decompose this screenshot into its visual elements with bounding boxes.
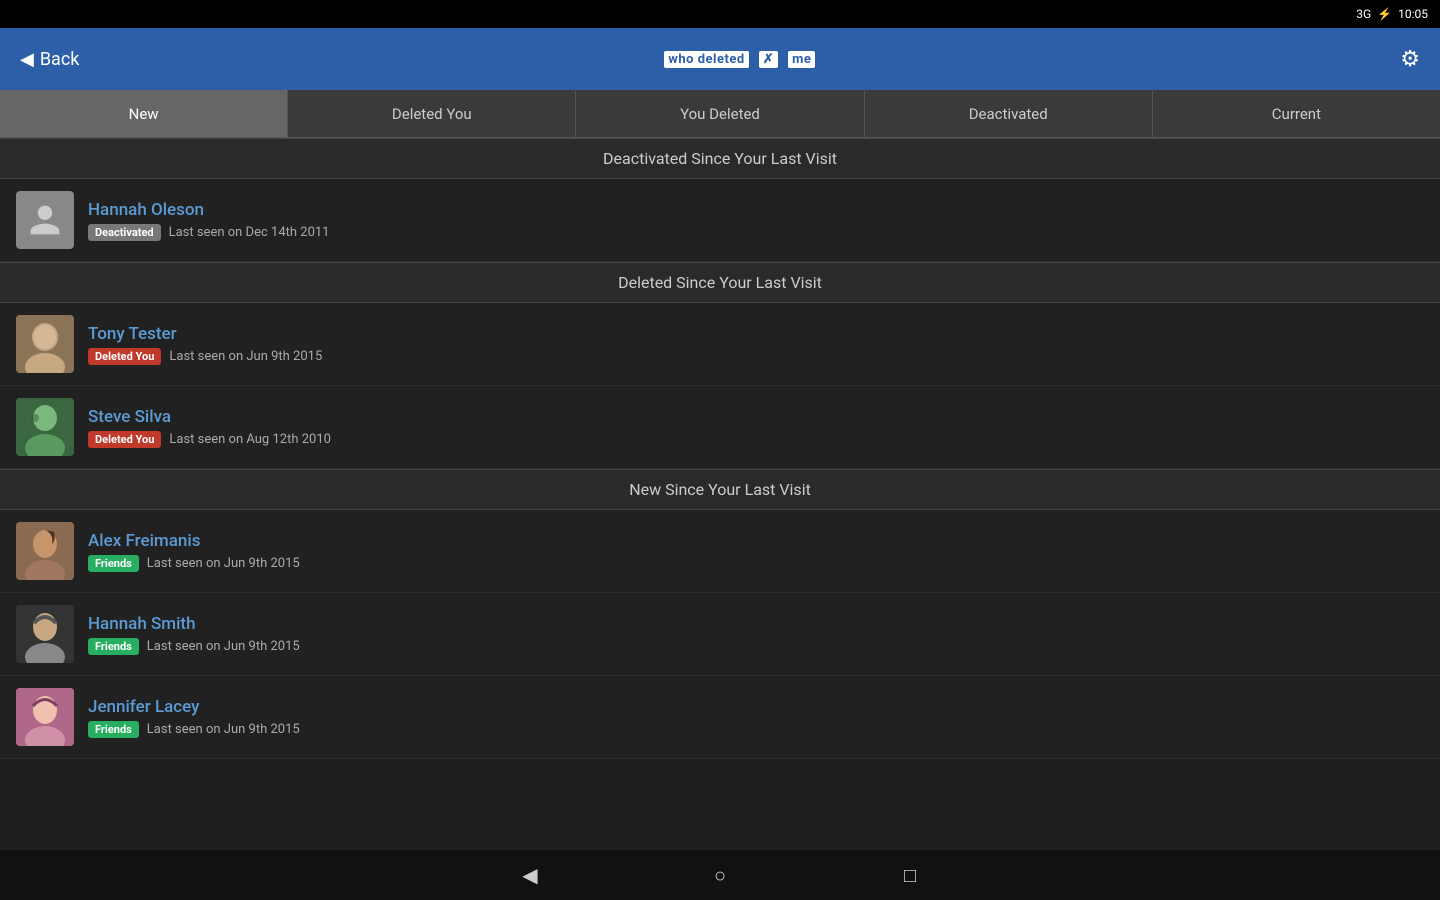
person-name: Hannah Smith	[88, 614, 300, 634]
deactivated-section-header: Deactivated Since Your Last Visit	[0, 138, 1440, 179]
person-info: Tony Tester Deleted You Last seen on Jun…	[88, 324, 322, 365]
deleted-section-header: Deleted Since Your Last Visit	[0, 262, 1440, 303]
last-seen-text: Last seen on Jun 9th 2015	[147, 722, 300, 737]
tab-bar: New Deleted You You Deleted Deactivated …	[0, 90, 1440, 138]
person-meta: Deleted You Last seen on Jun 9th 2015	[88, 348, 322, 365]
person-name: Tony Tester	[88, 324, 322, 344]
status-badge: Deleted You	[88, 431, 161, 448]
person-name: Jennifer Lacey	[88, 697, 300, 717]
person-info: Alex Freimanis Friends Last seen on Jun …	[88, 531, 300, 572]
new-section-header: New Since Your Last Visit	[0, 469, 1440, 510]
settings-button[interactable]: ⚙	[1400, 47, 1420, 72]
last-seen-text: Last seen on Jun 9th 2015	[147, 639, 300, 654]
list-item[interactable]: Hannah Smith Friends Last seen on Jun 9t…	[0, 593, 1440, 676]
person-meta: Deactivated Last seen on Dec 14th 2011	[88, 224, 330, 241]
avatar	[16, 398, 74, 456]
person-info: Jennifer Lacey Friends Last seen on Jun …	[88, 697, 300, 738]
person-name: Alex Freimanis	[88, 531, 300, 551]
avatar	[16, 315, 74, 373]
title-post: me	[788, 51, 815, 68]
battery-icon: ⚡	[1377, 7, 1392, 21]
status-badge: Friends	[88, 638, 139, 655]
person-meta: Friends Last seen on Jun 9th 2015	[88, 555, 300, 572]
status-badge: Deleted You	[88, 348, 161, 365]
top-bar: ◀ Back who deleted ✗ me ⚙	[0, 28, 1440, 90]
list-item[interactable]: Hannah Oleson Deactivated Last seen on D…	[0, 179, 1440, 262]
last-seen-text: Last seen on Jun 9th 2015	[147, 556, 300, 571]
avatar	[16, 688, 74, 746]
status-bar: 3G ⚡ 10:05	[0, 0, 1440, 28]
avatar	[16, 605, 74, 663]
last-seen-text: Last seen on Aug 12th 2010	[169, 432, 331, 447]
home-nav-button[interactable]: ○	[705, 860, 735, 890]
last-seen-text: Last seen on Jun 9th 2015	[169, 349, 322, 364]
title-pre: who deleted	[664, 51, 748, 68]
status-badge: Friends	[88, 555, 139, 572]
person-info: Hannah Smith Friends Last seen on Jun 9t…	[88, 614, 300, 655]
tab-deactivated[interactable]: Deactivated	[865, 90, 1153, 137]
avatar	[16, 191, 74, 249]
bottom-nav: ◀ ○ □	[0, 850, 1440, 900]
tab-you-deleted[interactable]: You Deleted	[576, 90, 864, 137]
app-title: who deleted ✗ me	[662, 47, 817, 72]
back-button[interactable]: ◀ Back	[20, 49, 79, 70]
back-nav-button[interactable]: ◀	[515, 860, 545, 890]
list-item[interactable]: Steve Silva Deleted You Last seen on Aug…	[0, 386, 1440, 469]
person-meta: Friends Last seen on Jun 9th 2015	[88, 721, 300, 738]
person-name: Steve Silva	[88, 407, 331, 427]
person-name: Hannah Oleson	[88, 200, 330, 220]
recents-nav-button[interactable]: □	[895, 860, 925, 890]
status-badge: Deactivated	[88, 224, 161, 241]
person-meta: Friends Last seen on Jun 9th 2015	[88, 638, 300, 655]
tab-new[interactable]: New	[0, 90, 288, 137]
network-indicator: 3G	[1356, 7, 1371, 21]
list-item[interactable]: Tony Tester Deleted You Last seen on Jun…	[0, 303, 1440, 386]
list-item[interactable]: Jennifer Lacey Friends Last seen on Jun …	[0, 676, 1440, 759]
last-seen-text: Last seen on Dec 14th 2011	[169, 225, 330, 240]
content-area: Deactivated Since Your Last Visit Hannah…	[0, 138, 1440, 850]
tab-current[interactable]: Current	[1153, 90, 1440, 137]
time-display: 10:05	[1398, 7, 1428, 21]
person-info: Steve Silva Deleted You Last seen on Aug…	[88, 407, 331, 448]
tab-deleted-you[interactable]: Deleted You	[288, 90, 576, 137]
back-label: Back	[40, 49, 80, 70]
back-arrow-icon: ◀	[20, 49, 34, 70]
person-info: Hannah Oleson Deactivated Last seen on D…	[88, 200, 330, 241]
title-mark: ✗	[759, 51, 778, 68]
status-badge: Friends	[88, 721, 139, 738]
avatar	[16, 522, 74, 580]
person-meta: Deleted You Last seen on Aug 12th 2010	[88, 431, 331, 448]
avatar-placeholder-icon	[16, 191, 74, 249]
list-item[interactable]: Alex Freimanis Friends Last seen on Jun …	[0, 510, 1440, 593]
